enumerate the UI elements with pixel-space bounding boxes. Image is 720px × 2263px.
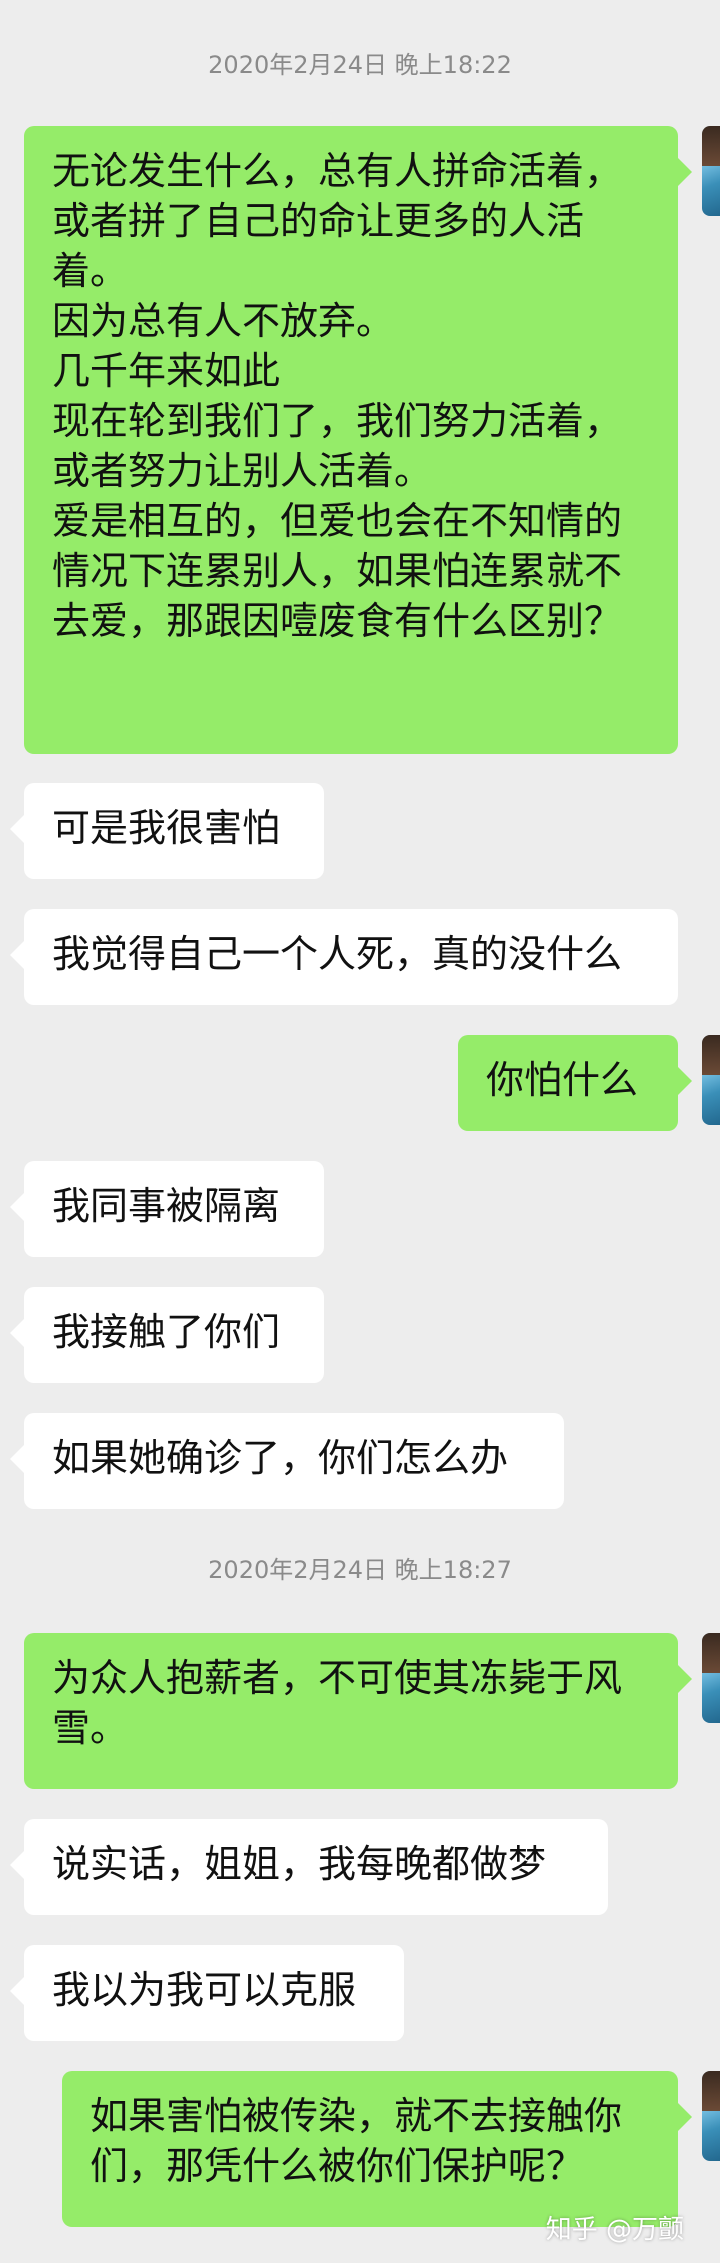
watermark: 知乎 @万颤: [545, 2215, 684, 2245]
avatar[interactable]: [702, 1633, 720, 1723]
message-bubble-received[interactable]: 我同事被隔离: [10, 1161, 324, 1257]
avatar[interactable]: [702, 2071, 720, 2161]
message-bubble-sent[interactable]: 如果害怕被传染，就不去接触你 们，那凭什么被你们保护呢？: [62, 2071, 692, 2227]
message-bubble-received[interactable]: 我接触了你们: [10, 1287, 324, 1383]
message-bubble-sent[interactable]: 你怕什么: [458, 1035, 692, 1131]
avatar[interactable]: [702, 1035, 720, 1125]
message-bubble-received[interactable]: 我以为我可以克服: [10, 1945, 404, 2041]
message-bubble-received[interactable]: 如果她确诊了，你们怎么办: [10, 1413, 564, 1509]
message-bubble-sent[interactable]: 为众人抱薪者，不可使其冻毙于风 雪。: [24, 1633, 692, 1789]
message-bubble-received[interactable]: 说实话，姐姐，我每晚都做梦: [10, 1819, 608, 1915]
avatar[interactable]: [702, 126, 720, 216]
timestamp: 2020年2月24日 晚上18:27: [208, 1556, 512, 1584]
timestamp: 2020年2月24日 晚上18:22: [208, 51, 512, 79]
message-bubble-received[interactable]: 可是我很害怕: [10, 783, 324, 879]
message-bubble-received[interactable]: 我觉得自己一个人死，真的没什么: [10, 909, 678, 1005]
message-bubble-sent[interactable]: 无论发生什么，总有人拼命活着， 或者拼了自己的命让更多的人活 着。 因为总有人不…: [24, 126, 692, 754]
